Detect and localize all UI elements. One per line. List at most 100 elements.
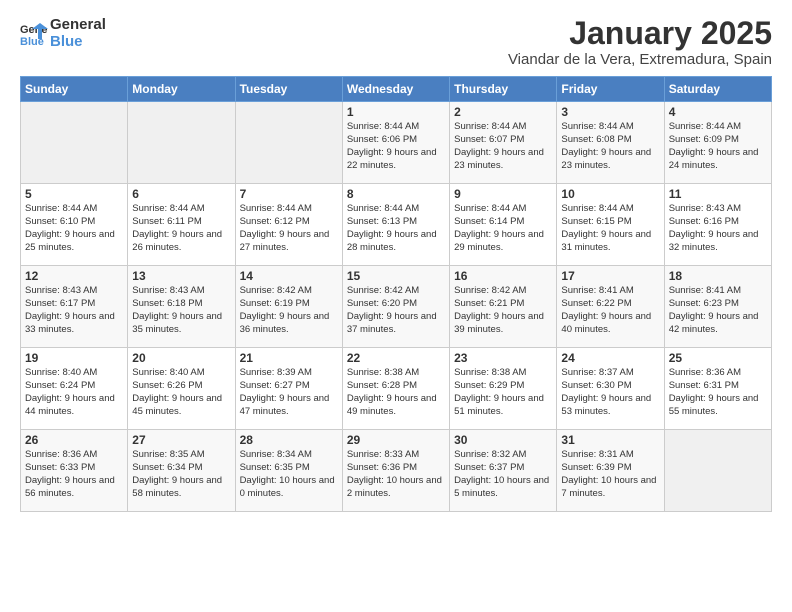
day-info: Sunrise: 8:31 AM Sunset: 6:39 PM Dayligh…	[561, 449, 659, 500]
day-number: 23	[454, 351, 552, 365]
logo-general: General	[50, 16, 106, 33]
day-info: Sunrise: 8:42 AM Sunset: 6:20 PM Dayligh…	[347, 285, 445, 336]
title-block: January 2025 Viandar de la Vera, Extrema…	[508, 16, 772, 68]
day-number: 6	[132, 187, 230, 201]
day-cell	[664, 430, 771, 512]
week-row-1: 1 Sunrise: 8:44 AM Sunset: 6:06 PM Daylig…	[21, 102, 772, 184]
logo-icon: General Blue	[20, 19, 48, 47]
day-number: 2	[454, 105, 552, 119]
day-number: 12	[25, 269, 123, 283]
day-cell: 30 Sunrise: 8:32 AM Sunset: 6:37 PM Dayli…	[450, 430, 557, 512]
day-number: 8	[347, 187, 445, 201]
day-info: Sunrise: 8:37 AM Sunset: 6:30 PM Dayligh…	[561, 367, 659, 418]
day-cell: 6 Sunrise: 8:44 AM Sunset: 6:11 PM Daylig…	[128, 184, 235, 266]
day-info: Sunrise: 8:44 AM Sunset: 6:15 PM Dayligh…	[561, 203, 659, 254]
day-cell: 2Sunrise: 8:44 AM Sunset: 6:07 PM Daylig…	[450, 102, 557, 184]
day-number: 18	[669, 269, 767, 283]
calendar-page: General Blue General Blue January 2025 V…	[0, 0, 792, 612]
day-cell: 1 Sunrise: 8:44 AM Sunset: 6:06 PM Daylig…	[342, 102, 449, 184]
day-cell: 5Sunrise: 8:44 AM Sunset: 6:10 PM Daylig…	[21, 184, 128, 266]
day-number: 15	[347, 269, 445, 283]
day-info: Sunrise: 8:44 AM Sunset: 6:06 PM Dayligh…	[347, 121, 445, 172]
day-cell: 7Sunrise: 8:44 AM Sunset: 6:12 PM Daylig…	[235, 184, 342, 266]
day-cell: 25Sunrise: 8:36 AM Sunset: 6:31 PM Dayli…	[664, 348, 771, 430]
day-info: Sunrise: 8:32 AM Sunset: 6:37 PM Dayligh…	[454, 449, 552, 500]
header: General Blue General Blue January 2025 V…	[20, 16, 772, 68]
day-number: 1	[347, 105, 445, 119]
day-info: Sunrise: 8:35 AM Sunset: 6:34 PM Dayligh…	[132, 449, 230, 500]
day-number: 20	[132, 351, 230, 365]
week-row-4: 19Sunrise: 8:40 AM Sunset: 6:24 PM Dayli…	[21, 348, 772, 430]
week-row-3: 12 Sunrise: 8:43 AM Sunset: 6:17 PM Dayli…	[21, 266, 772, 348]
col-header-sunday: Sunday	[21, 77, 128, 102]
day-number: 7	[240, 187, 338, 201]
day-info: Sunrise: 8:44 AM Sunset: 6:08 PM Dayligh…	[561, 121, 659, 172]
day-cell: 31 Sunrise: 8:31 AM Sunset: 6:39 PM Dayli…	[557, 430, 664, 512]
day-info: Sunrise: 8:43 AM Sunset: 6:17 PM Dayligh…	[25, 285, 123, 336]
day-number: 24	[561, 351, 659, 365]
day-cell: 11 Sunrise: 8:43 AM Sunset: 6:16 PM Dayli…	[664, 184, 771, 266]
day-number: 10	[561, 187, 659, 201]
day-number: 22	[347, 351, 445, 365]
col-header-tuesday: Tuesday	[235, 77, 342, 102]
day-info: Sunrise: 8:44 AM Sunset: 6:11 PM Dayligh…	[132, 203, 230, 254]
day-cell: 26 Sunrise: 8:36 AM Sunset: 6:33 PM Dayli…	[21, 430, 128, 512]
logo: General Blue General Blue	[20, 16, 106, 51]
day-cell	[21, 102, 128, 184]
day-number: 28	[240, 433, 338, 447]
day-info: Sunrise: 8:42 AM Sunset: 6:21 PM Dayligh…	[454, 285, 552, 336]
day-info: Sunrise: 8:36 AM Sunset: 6:33 PM Dayligh…	[25, 449, 123, 500]
week-row-5: 26 Sunrise: 8:36 AM Sunset: 6:33 PM Dayli…	[21, 430, 772, 512]
day-cell: 27Sunrise: 8:35 AM Sunset: 6:34 PM Dayli…	[128, 430, 235, 512]
day-number: 3	[561, 105, 659, 119]
day-number: 5	[25, 187, 123, 201]
day-info: Sunrise: 8:34 AM Sunset: 6:35 PM Dayligh…	[240, 449, 338, 500]
day-info: Sunrise: 8:43 AM Sunset: 6:16 PM Dayligh…	[669, 203, 767, 254]
day-cell	[128, 102, 235, 184]
day-info: Sunrise: 8:41 AM Sunset: 6:22 PM Dayligh…	[561, 285, 659, 336]
day-cell: 28 Sunrise: 8:34 AM Sunset: 6:35 PM Dayli…	[235, 430, 342, 512]
day-number: 29	[347, 433, 445, 447]
day-cell: 23 Sunrise: 8:38 AM Sunset: 6:29 PM Dayli…	[450, 348, 557, 430]
day-cell: 12 Sunrise: 8:43 AM Sunset: 6:17 PM Dayli…	[21, 266, 128, 348]
day-info: Sunrise: 8:44 AM Sunset: 6:09 PM Dayligh…	[669, 121, 767, 172]
day-cell: 21Sunrise: 8:39 AM Sunset: 6:27 PM Dayli…	[235, 348, 342, 430]
day-cell: 20 Sunrise: 8:40 AM Sunset: 6:26 PM Dayli…	[128, 348, 235, 430]
day-number: 30	[454, 433, 552, 447]
calendar-subtitle: Viandar de la Vera, Extremadura, Spain	[508, 51, 772, 68]
day-info: Sunrise: 8:39 AM Sunset: 6:27 PM Dayligh…	[240, 367, 338, 418]
day-info: Sunrise: 8:41 AM Sunset: 6:23 PM Dayligh…	[669, 285, 767, 336]
day-number: 17	[561, 269, 659, 283]
calendar-table: SundayMondayTuesdayWednesdayThursdayFrid…	[20, 76, 772, 512]
day-number: 25	[669, 351, 767, 365]
day-info: Sunrise: 8:38 AM Sunset: 6:29 PM Dayligh…	[454, 367, 552, 418]
day-cell	[235, 102, 342, 184]
svg-text:General: General	[20, 24, 48, 36]
col-header-friday: Friday	[557, 77, 664, 102]
day-cell: 14Sunrise: 8:42 AM Sunset: 6:19 PM Dayli…	[235, 266, 342, 348]
day-number: 16	[454, 269, 552, 283]
day-info: Sunrise: 8:43 AM Sunset: 6:18 PM Dayligh…	[132, 285, 230, 336]
day-info: Sunrise: 8:44 AM Sunset: 6:13 PM Dayligh…	[347, 203, 445, 254]
day-cell: 9Sunrise: 8:44 AM Sunset: 6:14 PM Daylig…	[450, 184, 557, 266]
day-cell: 17 Sunrise: 8:41 AM Sunset: 6:22 PM Dayli…	[557, 266, 664, 348]
day-number: 19	[25, 351, 123, 365]
day-number: 11	[669, 187, 767, 201]
day-cell: 4 Sunrise: 8:44 AM Sunset: 6:09 PM Daylig…	[664, 102, 771, 184]
day-cell: 19Sunrise: 8:40 AM Sunset: 6:24 PM Dayli…	[21, 348, 128, 430]
day-number: 4	[669, 105, 767, 119]
col-header-saturday: Saturday	[664, 77, 771, 102]
day-number: 31	[561, 433, 659, 447]
day-cell: 18 Sunrise: 8:41 AM Sunset: 6:23 PM Dayli…	[664, 266, 771, 348]
header-row: SundayMondayTuesdayWednesdayThursdayFrid…	[21, 77, 772, 102]
day-cell: 24 Sunrise: 8:37 AM Sunset: 6:30 PM Dayli…	[557, 348, 664, 430]
day-info: Sunrise: 8:33 AM Sunset: 6:36 PM Dayligh…	[347, 449, 445, 500]
day-number: 26	[25, 433, 123, 447]
day-number: 13	[132, 269, 230, 283]
day-number: 14	[240, 269, 338, 283]
day-cell: 29 Sunrise: 8:33 AM Sunset: 6:36 PM Dayli…	[342, 430, 449, 512]
day-cell: 10 Sunrise: 8:44 AM Sunset: 6:15 PM Dayli…	[557, 184, 664, 266]
col-header-wednesday: Wednesday	[342, 77, 449, 102]
day-info: Sunrise: 8:40 AM Sunset: 6:26 PM Dayligh…	[132, 367, 230, 418]
col-header-monday: Monday	[128, 77, 235, 102]
